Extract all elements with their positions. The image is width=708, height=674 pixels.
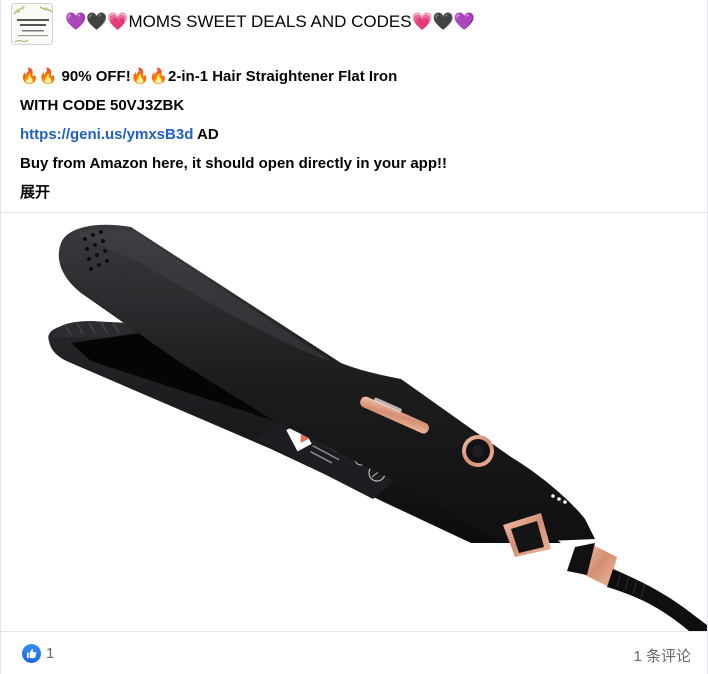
- thumbs-up-icon: [26, 649, 37, 659]
- page-avatar[interactable]: [11, 3, 53, 45]
- post-header: 💜🖤💗MOMS SWEET DEALS AND CODES💗🖤💜: [1, 0, 707, 50]
- ad-label: AD: [193, 126, 219, 143]
- post-image[interactable]: [1, 213, 707, 631]
- post-text: 🔥🔥 90% OFF!🔥🔥2-in-1 Hair Straightener Fl…: [20, 62, 690, 207]
- reactions-bar: 1 1 条评论: [1, 632, 707, 674]
- avatar-logo-icon: [12, 4, 52, 44]
- comment-count[interactable]: 1 条评论: [633, 645, 691, 666]
- deal-link[interactable]: https://geni.us/ymxsB3d: [20, 126, 193, 143]
- post-line-code: WITH CODE 50VJ3ZBK: [20, 97, 185, 114]
- like-reaction-icon[interactable]: [22, 644, 41, 663]
- flat-iron-image: [48, 224, 707, 631]
- see-more-button[interactable]: 展开: [20, 178, 690, 207]
- post-card: 💜🖤💗MOMS SWEET DEALS AND CODES💗🖤💜 🔥🔥 90% …: [0, 0, 708, 674]
- like-count[interactable]: 1: [46, 645, 54, 662]
- post-line-link-row: https://geni.us/ymxsB3d AD: [20, 120, 690, 149]
- page-name[interactable]: 💜🖤💗MOMS SWEET DEALS AND CODES💗🖤💜: [65, 12, 475, 32]
- post-line-instructions: Buy from Amazon here, it should open dir…: [20, 155, 447, 172]
- post-line-title: 🔥🔥 90% OFF!🔥🔥2-in-1 Hair Straightener Fl…: [20, 68, 398, 85]
